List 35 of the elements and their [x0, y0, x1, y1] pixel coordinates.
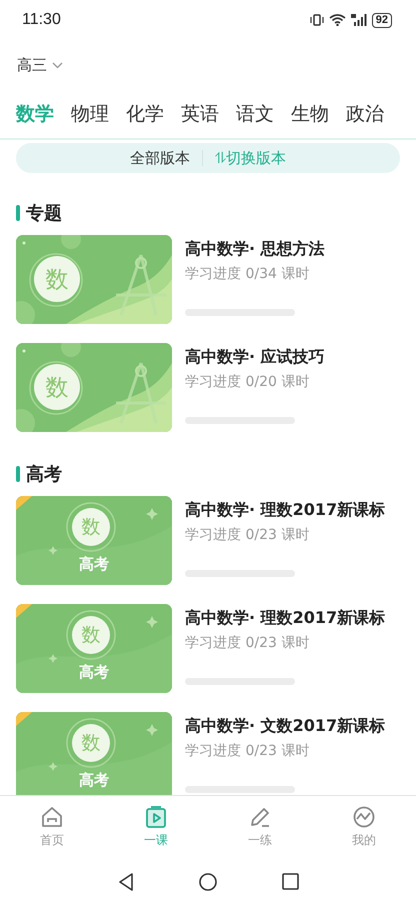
course-title[interactable]: 高中数学· 思想方法: [185, 239, 325, 260]
subject-tab[interactable]: 英语: [181, 101, 219, 127]
section-marker: [16, 466, 20, 482]
signal-icon: [350, 14, 367, 26]
subject-tab[interactable]: 语文: [236, 101, 274, 127]
play-icon: [145, 806, 167, 828]
status-time: 11:30: [22, 11, 61, 29]
battery-level: 92: [372, 12, 392, 28]
lesson-count-text: 学习进度 0/23 课时: [185, 742, 310, 760]
subject-tab[interactable]: 政治: [346, 101, 384, 127]
current-version: 全部版本: [130, 148, 190, 168]
section-marker: [16, 205, 20, 221]
section-title: 专题: [26, 202, 62, 225]
chart-icon: [353, 806, 375, 828]
wifi-icon: [328, 14, 346, 26]
lesson-count-text: 学习进度 0/20 课时: [185, 373, 310, 391]
lesson-count-text: 学习进度 0/34 课时: [185, 265, 310, 283]
back-icon[interactable]: [118, 872, 134, 890]
home-circle-icon[interactable]: [198, 872, 216, 890]
section-title: 高考: [26, 463, 62, 486]
course-title[interactable]: 高中数学· 文数2017新课标: [185, 716, 386, 737]
lesson-count-text: 学习进度 0/23 课时: [185, 634, 310, 652]
home-icon: [41, 806, 63, 828]
grade-selector[interactable]: 高三: [17, 56, 63, 74]
chevron-down-icon: [52, 62, 63, 68]
vibrate-icon: [310, 14, 324, 26]
subject-tab[interactable]: 生物: [291, 101, 329, 127]
subject-tab[interactable]: 化学: [126, 101, 164, 127]
recents-icon[interactable]: [282, 873, 298, 890]
course-title[interactable]: 高中数学· 应试技巧: [185, 347, 325, 368]
lesson-count-text: 学习进度 0/23 课时: [185, 526, 310, 544]
course-title[interactable]: 高中数学· 理数2017新课标: [185, 608, 386, 629]
course-title[interactable]: 高中数学· 理数2017新课标: [185, 500, 386, 521]
pencil-icon: [249, 806, 271, 828]
subject-tab[interactable]: 物理: [71, 101, 109, 127]
